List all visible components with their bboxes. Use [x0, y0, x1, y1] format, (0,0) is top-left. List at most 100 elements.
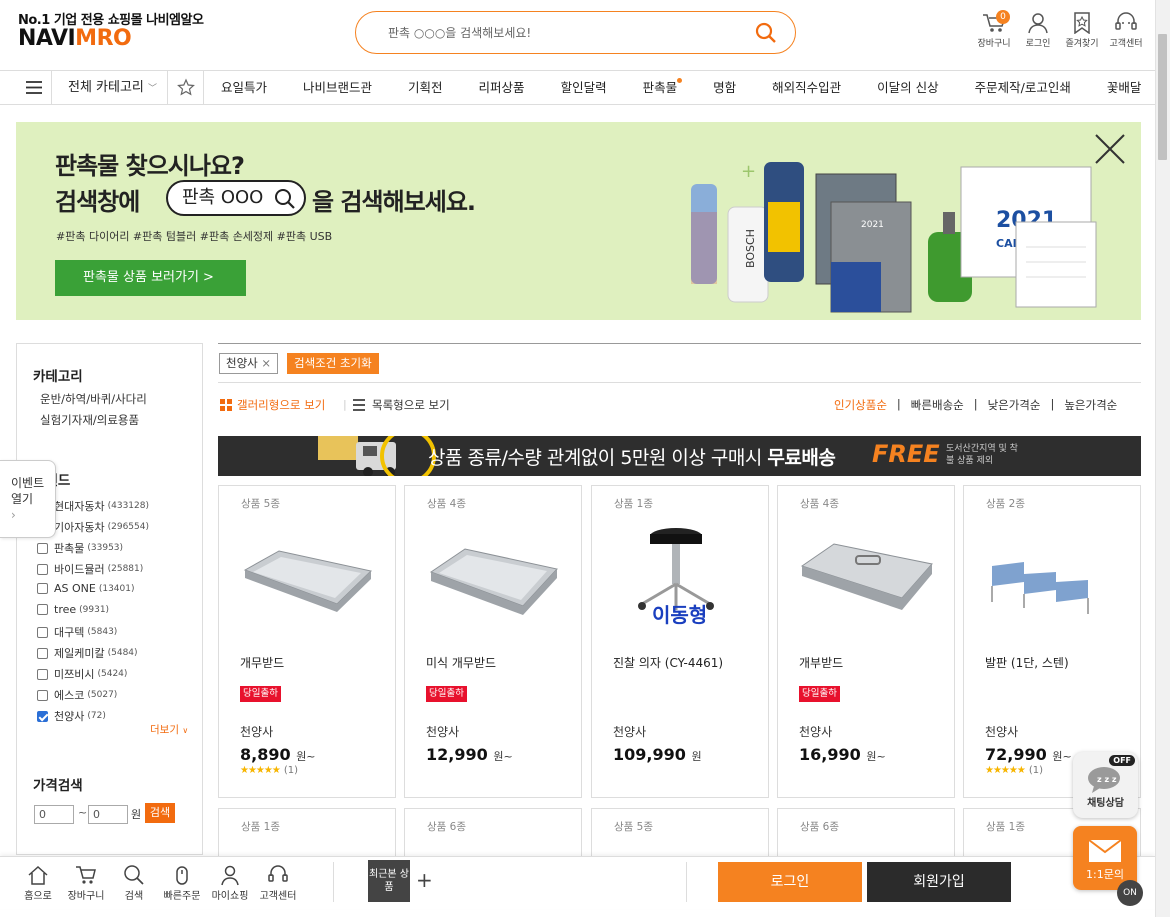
checkbox-checked[interactable]	[37, 710, 48, 722]
nav-item-refurb[interactable]: 리퍼상품	[479, 71, 525, 104]
sort-popular[interactable]: 인기상품순	[834, 397, 887, 413]
checkbox[interactable]	[37, 668, 48, 680]
sort-low-price[interactable]: 낮은가격순	[988, 397, 1041, 413]
gallery-view-toggle[interactable]: 갤러리형으로 보기	[220, 397, 325, 413]
price-value: 109,990	[613, 745, 686, 764]
header-favorites[interactable]: 즐겨찾기	[1060, 12, 1104, 49]
menu-button[interactable]	[16, 71, 52, 104]
chat-consult-button[interactable]: z z z OFF 채팅상담	[1073, 752, 1138, 818]
recent-products-button[interactable]: 최근본 상품	[368, 860, 410, 902]
nav-item-promo[interactable]: 판촉물	[643, 71, 683, 104]
bottom-search[interactable]: 검색	[110, 864, 158, 902]
close-icon[interactable]	[1093, 132, 1127, 170]
nav-label: 할인달력	[560, 80, 607, 95]
on-badge[interactable]: ON	[1117, 880, 1143, 906]
bottom-cart[interactable]: 장바구니	[62, 864, 110, 902]
sort-high-price[interactable]: 높은가격순	[1064, 397, 1117, 413]
same-day-badge: 당일출하	[426, 686, 467, 702]
nav-item-business-card[interactable]: 명함	[713, 71, 736, 104]
free-shipping-text: 상품 종류/수량 관계없이 5만원 이상 구매시 무료배송	[428, 443, 836, 470]
price-max-input[interactable]	[88, 805, 128, 824]
price-value: 16,990	[799, 745, 861, 764]
brand-filter-item[interactable]: 판촉물 (33953)	[37, 540, 123, 556]
header-login[interactable]: 로그인	[1016, 12, 1060, 49]
login-button[interactable]: 로그인	[718, 862, 862, 902]
star-rating: ★★★★★	[240, 765, 281, 776]
brand-filter-item[interactable]: 바이드뮬러 (25881)	[37, 561, 143, 577]
event-open-tab[interactable]: 이벤트 열기 ›	[0, 460, 56, 538]
list-view-label: 목록형으로 보기	[372, 398, 450, 412]
scrollbar-thumb[interactable]	[1158, 34, 1167, 160]
checkbox[interactable]	[37, 542, 48, 554]
nav-item-navi-brand[interactable]: 나비브랜드관	[303, 71, 372, 104]
product-name[interactable]: 미식 개무받드	[426, 654, 496, 671]
product-name[interactable]: 개무받드	[240, 654, 284, 671]
nav-label: 리퍼상품	[478, 80, 525, 95]
nav-label: 주문제작/로고인쇄	[974, 80, 1071, 95]
product-price: 109,990 원	[613, 745, 702, 764]
product-name[interactable]: 개부받드	[799, 654, 843, 671]
brand-filter-item[interactable]: 에스코 (5027)	[37, 687, 117, 703]
product-price: 72,990 원~	[985, 745, 1072, 764]
bottom-home[interactable]: 홈으로	[14, 864, 62, 902]
all-category-dropdown[interactable]: 전체 카테고리 ﹀	[52, 71, 168, 104]
bottom-label: 마이쇼핑	[211, 891, 249, 902]
product-name[interactable]: 진찰 의자 (CY-4461)	[613, 654, 723, 671]
bottom-my-shopping[interactable]: 마이쇼핑	[206, 864, 254, 902]
header-support[interactable]: 고객센터	[1104, 12, 1148, 49]
search-icon[interactable]	[755, 22, 777, 48]
signup-button[interactable]: 회원가입	[867, 862, 1011, 902]
nav-item-new-arrivals[interactable]: 이달의 신상	[877, 71, 938, 104]
category-item[interactable]: 실험기자재/의료용품	[40, 412, 139, 428]
checkbox[interactable]	[37, 583, 48, 594]
banner-cta-button[interactable]: 판촉물 상품 보러가기 >	[55, 260, 246, 296]
nav-item-daily-deal[interactable]: 요일특가	[221, 71, 267, 104]
nav-item-custom-order[interactable]: 주문제작/로고인쇄	[975, 71, 1071, 104]
brand-filter-item[interactable]: 미쯔비시 (5424)	[37, 666, 127, 682]
nav-item-exhibition[interactable]: 기획전	[408, 71, 443, 104]
logo[interactable]: NAVIMRO	[18, 26, 132, 51]
checkbox[interactable]	[37, 647, 48, 659]
product-card[interactable]: 상품 5종 개무받드 당일출하 천양사 8,890 원~ ★★★★★ (1)	[218, 485, 396, 798]
price-unit: 원~	[493, 750, 513, 763]
product-card[interactable]: 상품 4종 미식 개무받드 당일출하 천양사 12,990 원~	[404, 485, 582, 798]
search-input[interactable]	[388, 23, 728, 43]
checkbox[interactable]	[37, 626, 48, 638]
brand-filter-item[interactable]: 제일케미칼 (5484)	[37, 645, 138, 661]
checkbox[interactable]	[37, 563, 48, 575]
product-image-text: 이동형	[652, 603, 707, 627]
brand-count: (5424)	[97, 669, 128, 679]
category-item[interactable]: 운반/하역/바퀴/사다리	[40, 391, 147, 407]
close-icon[interactable]: ×	[261, 356, 271, 370]
checkbox[interactable]	[37, 604, 48, 615]
brand-filter-item-selected[interactable]: 천양사 (72)	[37, 708, 106, 724]
shipping-note: 도서산간지역 및 착불 상품 제외	[946, 444, 1018, 466]
plus-icon[interactable]: +	[416, 868, 433, 892]
brand-filter-item[interactable]: tree (9931)	[37, 603, 109, 616]
brand-filter-item[interactable]: AS ONE (13401)	[37, 582, 135, 595]
variant-count: 상품 1종	[241, 821, 280, 833]
bottom-support[interactable]: 고객센터	[254, 864, 302, 902]
reset-filters-button[interactable]: 검색조건 초기화	[287, 353, 379, 374]
bottom-divider	[686, 862, 687, 902]
more-brands-link[interactable]: 더보기 ∨	[150, 722, 188, 737]
bottom-quick-order[interactable]: 빠른주문	[158, 864, 206, 902]
nav-item-flower[interactable]: 꽃배달	[1107, 71, 1142, 104]
active-filter-tag[interactable]: 천양사 ×	[219, 353, 279, 374]
variant-count: 상품 6종	[427, 821, 466, 833]
checkbox[interactable]	[37, 689, 48, 701]
header-cart[interactable]: 0 장바구니	[972, 10, 1016, 49]
nav-item-discount-calendar[interactable]: 할인달력	[561, 71, 607, 104]
price-min-input[interactable]	[34, 805, 74, 824]
sort-fast-delivery[interactable]: 빠른배송순	[911, 397, 964, 413]
product-card[interactable]: 상품 4종 개부받드 당일출하 천양사 16,990 원~	[777, 485, 955, 798]
new-dot	[677, 78, 683, 83]
brand-filter-item[interactable]: 대구텍 (5843)	[37, 624, 117, 640]
nav-item-overseas[interactable]: 해외직수입관	[772, 71, 841, 104]
list-view-toggle[interactable]: 목록형으로 보기	[353, 397, 450, 413]
brand-count: (5484)	[107, 648, 138, 658]
favorite-star-button[interactable]	[168, 71, 204, 104]
product-name[interactable]: 발판 (1단, 스텐)	[985, 654, 1069, 671]
product-card[interactable]: 상품 1종 이동형 진찰 의자 (CY-4461) 천양사 109,990 원	[591, 485, 769, 798]
price-search-button[interactable]: 검색	[145, 803, 175, 823]
